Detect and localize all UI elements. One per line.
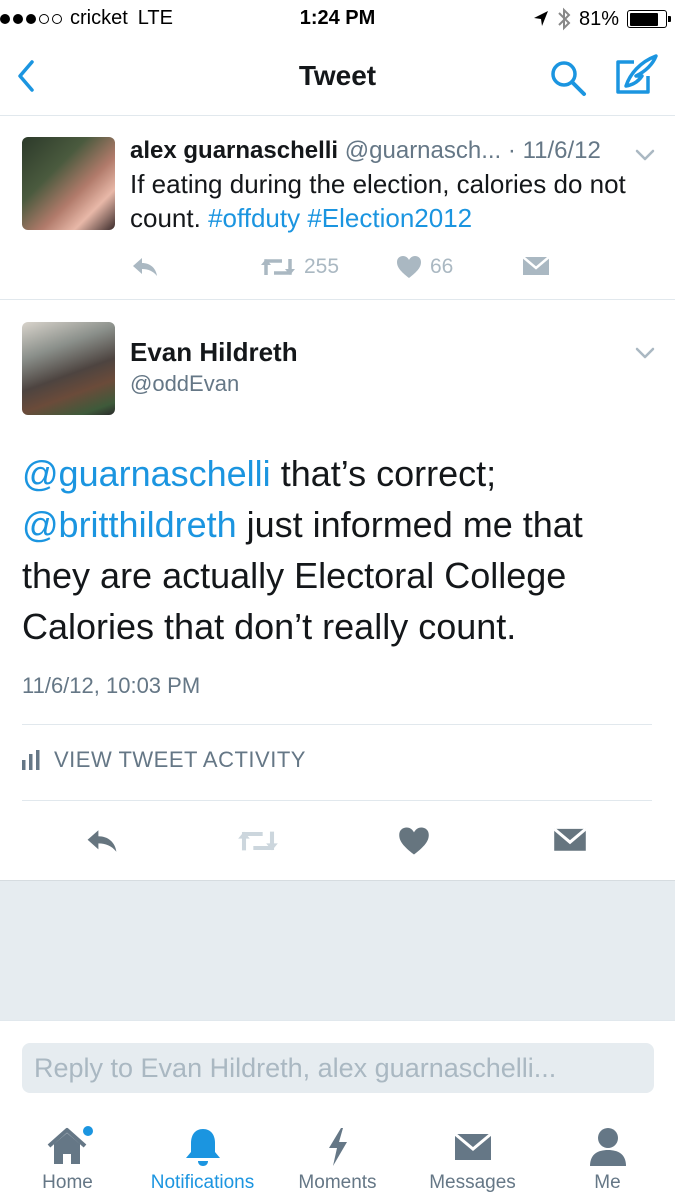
author-handle[interactable]: @oddEvan [130, 371, 239, 397]
status-bar: cricket LTE 1:24 PM 81% [0, 0, 675, 38]
location-arrow-icon [533, 11, 548, 26]
battery-percent: 81% [578, 7, 619, 30]
like-count: 66 [430, 255, 454, 278]
reply-button[interactable] [130, 253, 160, 281]
avatar[interactable] [22, 322, 115, 415]
tab-bar: Home Notifications Moments Messages Me [0, 1112, 675, 1200]
bluetooth-icon [558, 7, 571, 31]
author-name[interactable]: alex guarnaschelli [130, 137, 338, 164]
status-right: 81% [533, 7, 671, 31]
home-icon [47, 1126, 93, 1164]
tab-icon-wrapper [540, 1126, 675, 1168]
tab-icon-wrapper [135, 1126, 270, 1168]
tweet-date: · 11/6/12 [507, 137, 601, 164]
tab-me[interactable]: Me [540, 1112, 675, 1200]
retweet-button[interactable]: 255 [260, 253, 339, 281]
retweet-icon [238, 831, 278, 851]
mention-link[interactable]: @britthildreth [22, 504, 237, 545]
tweet-text: If eating during the election, calories … [130, 167, 660, 235]
tweet-text: @guarnaschelli that’s correct; @britthil… [22, 448, 652, 652]
divider [22, 724, 652, 725]
retweet-button[interactable] [236, 819, 280, 863]
tab-label: Notifications [150, 1172, 255, 1193]
retweet-count: 255 [304, 255, 340, 278]
author-handle: @guarnasch... [344, 137, 502, 164]
chevron-down-icon[interactable] [634, 147, 656, 163]
like-button[interactable]: 66 [396, 253, 453, 281]
activity-label: VIEW TWEET ACTIVITY [54, 747, 306, 772]
tab-icon-wrapper [405, 1126, 540, 1168]
tab-icon-wrapper [0, 1126, 135, 1168]
person-icon [589, 1128, 626, 1166]
battery-icon [627, 10, 671, 28]
like-button[interactable] [396, 819, 432, 863]
reply-icon [87, 830, 117, 852]
reply-bar [0, 1020, 675, 1112]
compose-icon[interactable] [612, 52, 660, 98]
tab-label: Me [594, 1172, 621, 1193]
navigation-bar: Tweet [0, 38, 675, 116]
direct-message-button[interactable] [522, 253, 550, 281]
main-tweet: Evan Hildreth @oddEvan @guarnaschelli th… [0, 301, 675, 880]
search-icon[interactable] [548, 58, 588, 98]
direct-message-button[interactable] [552, 819, 588, 863]
bar-chart-icon [22, 750, 40, 770]
battery-level [629, 12, 658, 26]
tweet-actions: 255 66 [130, 253, 660, 283]
lightning-icon [328, 1128, 347, 1166]
tweet-actions [0, 819, 675, 863]
reply-button[interactable] [82, 819, 122, 863]
tab-label: Messages [429, 1172, 516, 1193]
envelope-icon [522, 256, 550, 275]
tab-messages[interactable]: Messages [405, 1112, 540, 1200]
author-name[interactable]: Evan Hildreth [130, 337, 298, 368]
empty-replies-area [0, 880, 675, 1020]
envelope-icon [553, 827, 587, 851]
retweet-icon [261, 259, 295, 275]
heart-icon [399, 827, 429, 855]
tweet-timestamp: 11/6/12, 10:03 PM [22, 673, 201, 698]
hashtag-link[interactable]: #offduty [208, 203, 300, 233]
tab-icon-wrapper [270, 1126, 405, 1168]
tab-home[interactable]: Home [0, 1112, 135, 1200]
tab-notifications[interactable]: Notifications [135, 1112, 270, 1200]
heart-icon [397, 256, 421, 278]
mention-link[interactable]: @guarnaschelli [22, 453, 271, 494]
tab-label: Home [42, 1172, 93, 1193]
tweet-text-plain: that’s correct; [270, 453, 497, 494]
tab-moments[interactable]: Moments [270, 1112, 405, 1200]
parent-tweet[interactable]: alex guarnaschelli @guarnasch... · 11/6/… [0, 117, 675, 300]
bell-icon [185, 1129, 220, 1166]
chevron-down-icon[interactable] [634, 345, 656, 361]
reply-icon [133, 258, 157, 276]
view-tweet-activity-button[interactable]: VIEW TWEET ACTIVITY [22, 747, 306, 773]
avatar[interactable] [22, 137, 115, 230]
envelope-icon [453, 1132, 492, 1160]
hashtag-link[interactable]: #Election2012 [307, 203, 472, 233]
tweet-header: alex guarnaschelli @guarnasch... · 11/6/… [130, 137, 660, 165]
tab-label: Moments [298, 1172, 377, 1193]
reply-input[interactable] [22, 1043, 654, 1093]
divider [22, 800, 652, 801]
